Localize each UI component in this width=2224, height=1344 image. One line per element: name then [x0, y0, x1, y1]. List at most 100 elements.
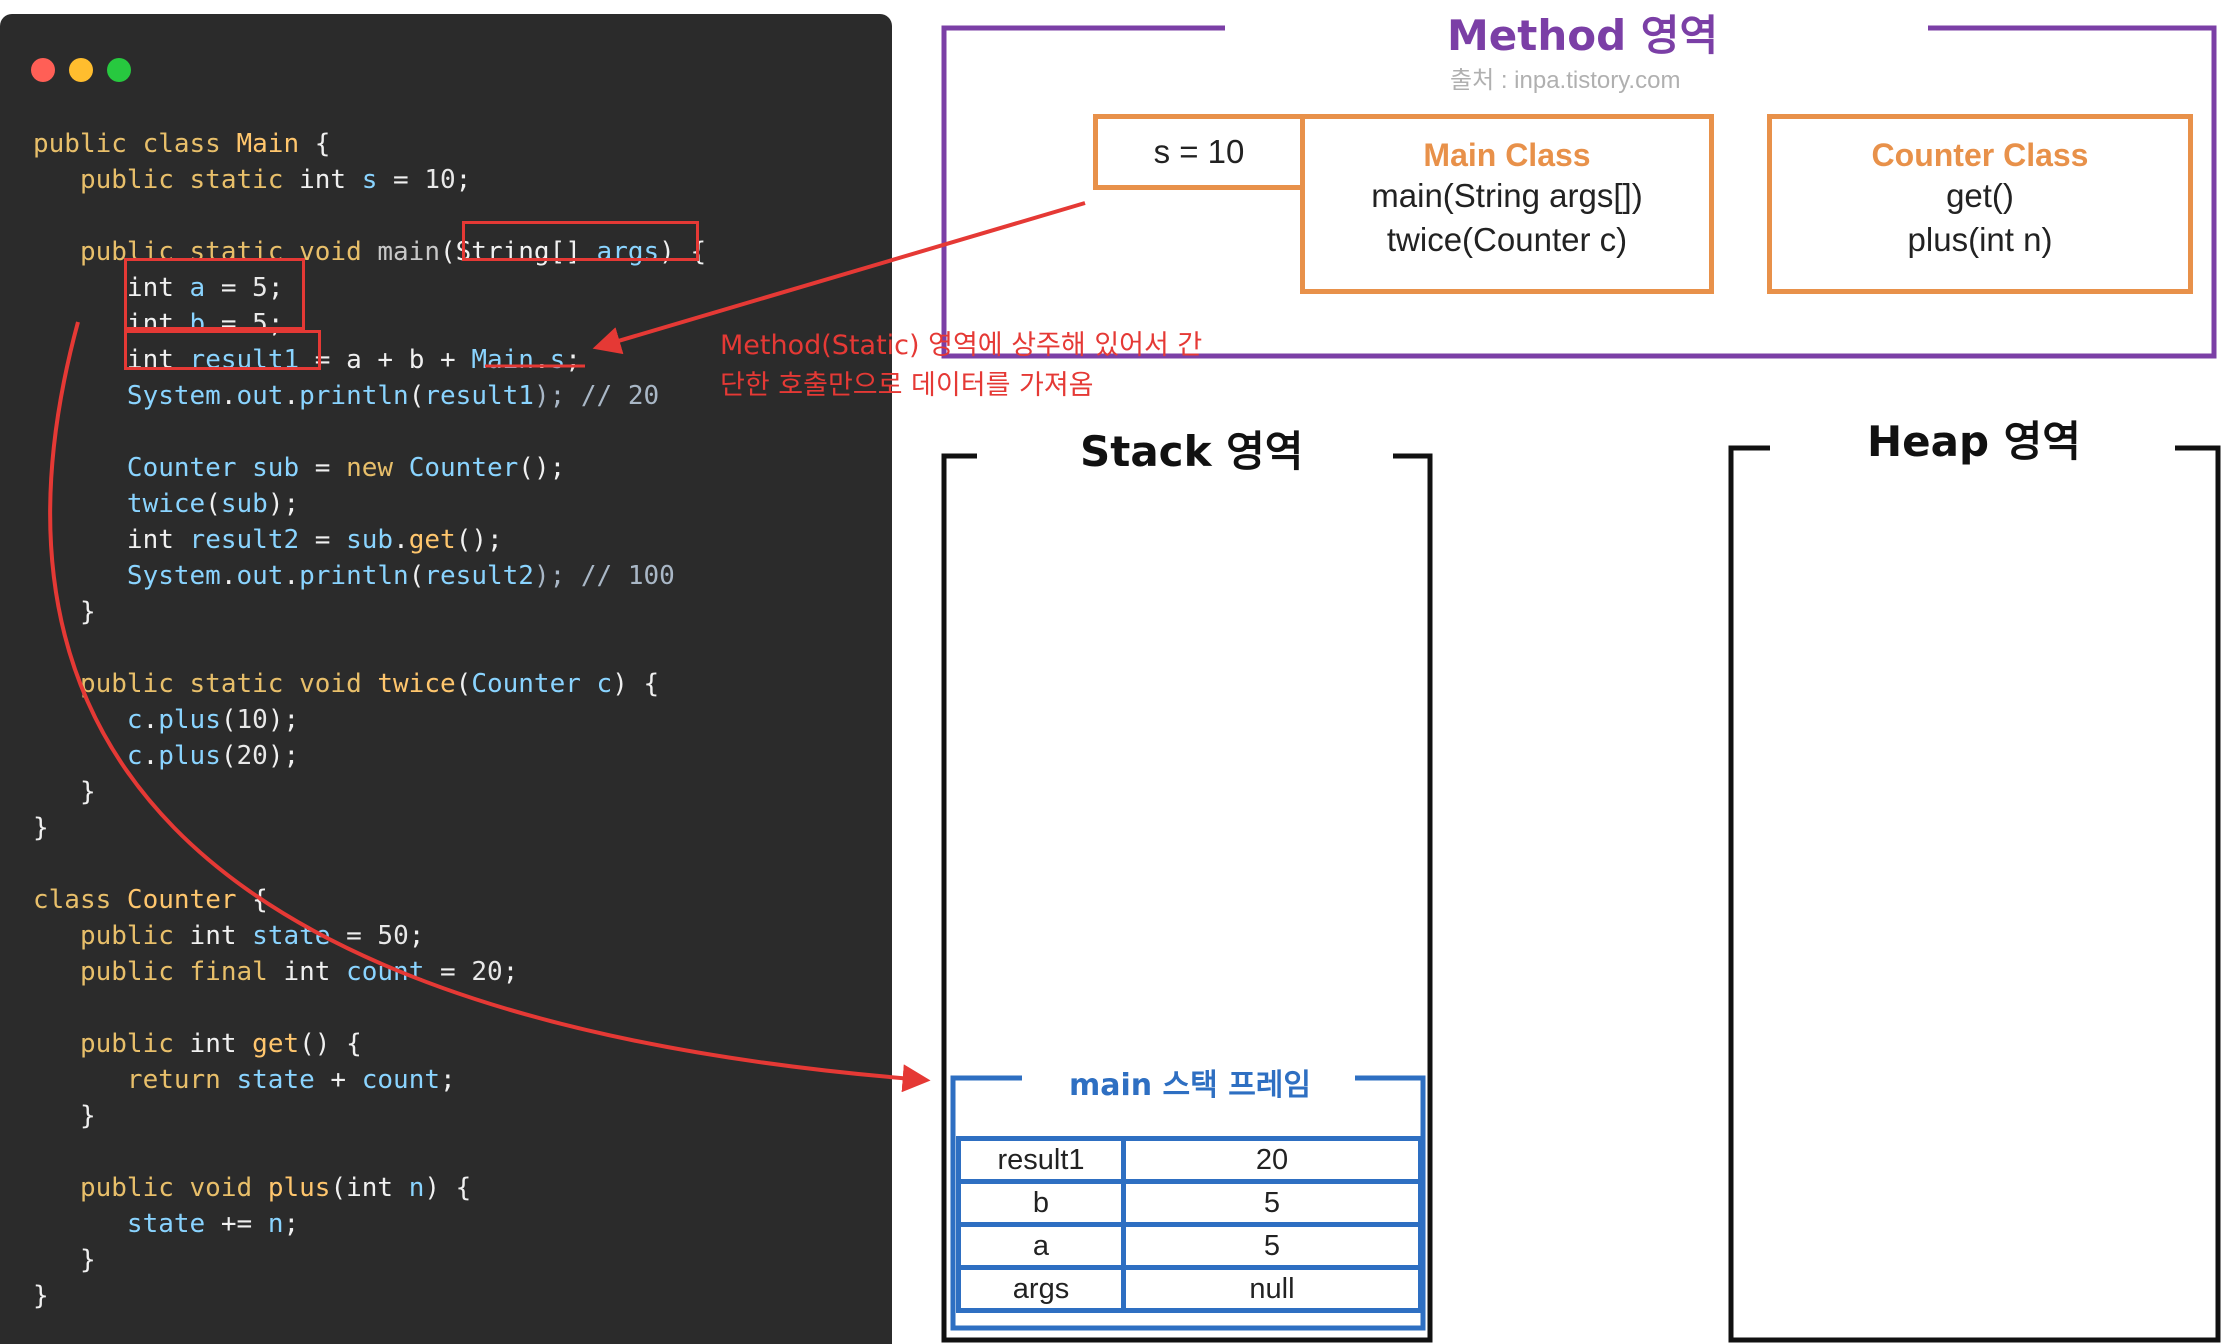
- code-token: (: [440, 237, 456, 267]
- code-token: public static: [33, 165, 300, 195]
- code-token: int: [283, 957, 347, 987]
- code-line: twice(sub);: [33, 486, 706, 522]
- counter-class-box: Counter Class get() plus(int n): [1767, 114, 2193, 294]
- code-line: state += n;: [33, 1206, 706, 1242]
- main-frame-title: main 스택 프레임: [1025, 1060, 1355, 1104]
- counter-class-name: Counter Class: [1871, 137, 2089, 173]
- code-token: Counter: [126, 885, 237, 915]
- code-token: .: [142, 741, 159, 771]
- code-token: class: [33, 885, 127, 915]
- code-token: count: [361, 1065, 441, 1095]
- code-token: );: [267, 705, 300, 735]
- frame-row: result1 20: [956, 1136, 1423, 1184]
- note-line-1: Method(Static) 영역에 상주해 있어서 간: [720, 330, 1203, 361]
- minimize-button[interactable]: [69, 58, 93, 82]
- close-button[interactable]: [31, 58, 55, 82]
- code-token: ();: [518, 453, 566, 483]
- code-token: n: [408, 1173, 425, 1203]
- frame-var-value: 5: [1121, 1179, 1423, 1227]
- code-token: }: [33, 1101, 96, 1131]
- code-token: (: [220, 741, 237, 771]
- counter-class-member: plus(int n): [1907, 221, 2053, 258]
- code-token: sub: [346, 525, 394, 555]
- code-token: }: [33, 813, 49, 843]
- code-token: +: [314, 1065, 362, 1095]
- stack-area-title: Stack 영역: [1080, 427, 1304, 476]
- code-token: 10: [236, 705, 268, 735]
- code-token: int: [346, 1173, 409, 1203]
- method-area-title: Method 영역: [1447, 11, 1719, 60]
- code-line: System.out.println(result2); // 100: [33, 558, 706, 594]
- code-token: =: [299, 453, 347, 483]
- code-line: }: [33, 594, 706, 630]
- heap-area-title: Heap 영역: [1867, 417, 2081, 466]
- code-token: out: [236, 381, 284, 411]
- main-class-member: twice(Counter c): [1386, 221, 1628, 258]
- code-token: .: [283, 561, 300, 591]
- code-token: plus: [158, 705, 221, 735]
- code-token: plus: [158, 741, 221, 771]
- code-token: +=: [205, 1209, 268, 1239]
- code-token: .: [142, 705, 159, 735]
- static-variable-box: s = 10: [1093, 114, 1305, 190]
- frame-row: args null: [956, 1265, 1423, 1313]
- frame-var-value: null: [1121, 1265, 1423, 1313]
- code-token: public final: [33, 957, 284, 987]
- code-token: ;: [502, 957, 519, 987]
- code-token: .: [220, 381, 237, 411]
- code-line: c.plus(10);: [33, 702, 706, 738]
- code-token: c: [33, 741, 143, 771]
- code-line: c.plus(20);: [33, 738, 706, 774]
- maximize-button[interactable]: [107, 58, 131, 82]
- code-line: int result2 = sub.get();: [33, 522, 706, 558]
- code-token: (: [220, 705, 237, 735]
- code-token: println: [299, 381, 409, 411]
- code-token: }: [33, 1281, 49, 1311]
- code-token: Counter: [33, 453, 253, 483]
- code-token: (: [205, 489, 221, 519]
- highlight-int-a-b: [124, 258, 305, 330]
- code-line: public int state = 50;: [33, 918, 706, 954]
- code-token: =: [299, 525, 347, 555]
- code-line: public static int s = 10;: [33, 162, 706, 198]
- code-line: Counter sub = new Counter();: [33, 450, 706, 486]
- code-token: sub: [252, 453, 300, 483]
- note-line-2: 단한 호출만으로 데이터를 가져옴: [720, 370, 1094, 401]
- code-token: }: [33, 597, 96, 627]
- code-token: ;: [440, 1065, 456, 1095]
- code-line: System.out.println(result1); // 20: [33, 378, 706, 414]
- code-token: s: [549, 345, 566, 375]
- code-token: .: [393, 525, 409, 555]
- code-token: {: [236, 885, 268, 915]
- code-line: return state + count;: [33, 1062, 706, 1098]
- code-token: result2: [424, 561, 534, 591]
- code-token: get: [408, 525, 456, 555]
- code-token: int: [189, 921, 253, 951]
- code-token: =: [330, 921, 378, 951]
- counter-class-member: get(): [1946, 177, 2014, 214]
- code-token: return: [33, 1065, 237, 1095]
- code-token: twice: [33, 489, 206, 519]
- code-token: Main: [236, 129, 300, 159]
- main-class-member: main(String args[]): [1371, 177, 1643, 214]
- frame-var-name: args: [956, 1265, 1126, 1313]
- code-token: Main: [471, 345, 534, 375]
- code-token: =: [424, 957, 472, 987]
- code-token: count: [346, 957, 425, 987]
- code-token: (: [330, 1173, 347, 1203]
- code-line: public static void twice(Counter c) {: [33, 666, 706, 702]
- code-token: ();: [455, 525, 503, 555]
- code-token: Counter: [408, 453, 519, 483]
- code-token: .: [283, 381, 300, 411]
- code-token: );: [267, 741, 300, 771]
- code-token: public: [33, 921, 190, 951]
- code-editor: public class Main { public static int s …: [0, 14, 892, 1344]
- static-access-note: Method(Static) 영역에 상주해 있어서 간 단한 호출만으로 데이…: [720, 326, 1202, 406]
- code-token: c: [33, 705, 143, 735]
- code-token: System: [33, 561, 221, 591]
- code-token: () {: [299, 1029, 362, 1059]
- code-token: public static void: [33, 669, 378, 699]
